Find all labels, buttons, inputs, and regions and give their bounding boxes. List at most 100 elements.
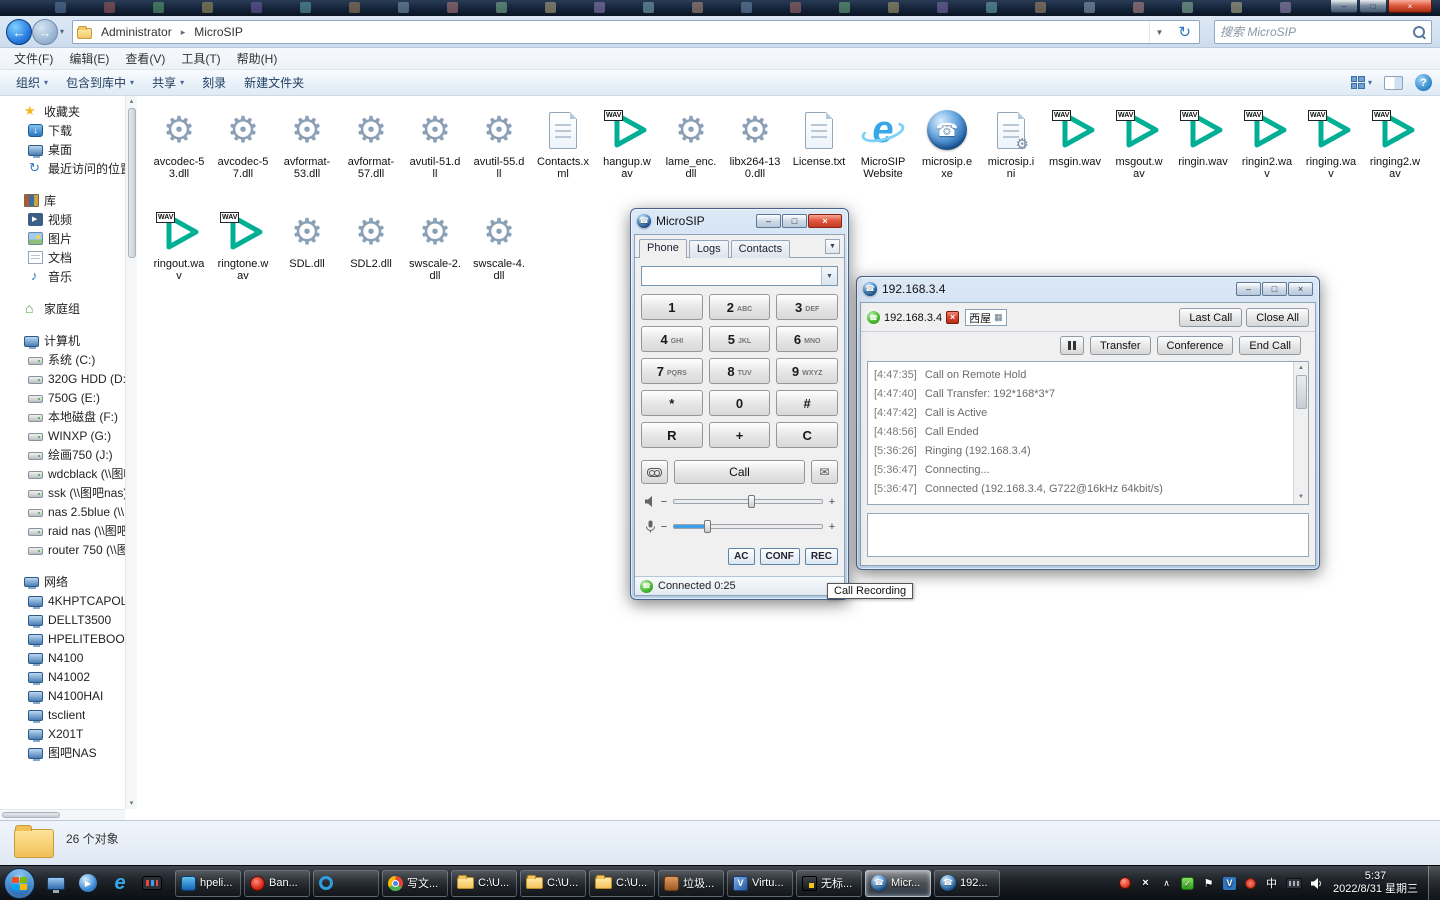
- taskbar-button[interactable]: hpeli...: [175, 869, 241, 897]
- close-button[interactable]: ×: [808, 214, 842, 228]
- sidebar-item[interactable]: N4100: [0, 648, 125, 667]
- tray-chevron-up-icon[interactable]: ∧: [1160, 875, 1173, 891]
- file-item[interactable]: WAV ringout.wa v: [147, 204, 211, 306]
- last-call-button[interactable]: Last Call: [1179, 308, 1243, 327]
- scroll-down-icon[interactable]: ▾: [130, 798, 134, 809]
- combo-dropdown-icon[interactable]: ▼: [821, 267, 837, 285]
- file-item[interactable]: ⚙ avutil-55.d ll: [467, 102, 531, 204]
- sidebar-item[interactable]: 4KHPTCAPOLLO: [0, 591, 125, 610]
- end-call-button[interactable]: End Call: [1239, 336, 1301, 355]
- dialpad-key-0[interactable]: 0: [708, 390, 771, 416]
- number-input[interactable]: ▼: [641, 266, 838, 286]
- address-box[interactable]: Administrator ▸ MicroSIP ▼ ↻: [72, 20, 1200, 44]
- sidebar-item[interactable]: 图吧NAS: [0, 743, 125, 762]
- tray-v-app-icon[interactable]: V: [1223, 875, 1236, 891]
- sidebar-item[interactable]: 视频: [0, 210, 125, 229]
- conference-button[interactable]: Conference: [1156, 336, 1234, 355]
- sidebar-item[interactable]: ssk (\\图吧nas): [0, 483, 125, 502]
- sidebar-item[interactable]: router 750 (\\图: [0, 540, 125, 559]
- breadcrumb-leaf[interactable]: MicroSIP: [190, 23, 247, 41]
- tray-shield-icon[interactable]: ✓: [1181, 875, 1194, 891]
- dialpad-key-6[interactable]: 6 MNO: [776, 326, 838, 352]
- file-item[interactable]: WAV msgout.w av: [1107, 102, 1171, 204]
- speaker-volume-up[interactable]: +: [828, 496, 836, 508]
- file-item[interactable]: ⚙ lame_enc. dll: [659, 102, 723, 204]
- sidebar-item[interactable]: 文档: [0, 248, 125, 267]
- sidebar-item[interactable]: HPELITEBOOK8: [0, 629, 125, 648]
- toolbar-item[interactable]: 共享 ▾: [144, 71, 192, 94]
- file-item[interactable]: WAV msgin.wav: [1043, 102, 1107, 204]
- taskbar-button[interactable]: 无标...: [796, 869, 862, 897]
- transfer-button[interactable]: Transfer: [1090, 336, 1151, 355]
- file-item[interactable]: WAV ringing2.w av: [1363, 102, 1427, 204]
- sidebar-item[interactable]: N4100HAI: [0, 686, 125, 705]
- taskbar-button[interactable]: 写文...: [382, 869, 448, 897]
- help-button[interactable]: ?: [1415, 74, 1432, 91]
- menu-dropdown-button[interactable]: ▼: [825, 239, 840, 254]
- scrollbar-thumb[interactable]: [1295, 375, 1307, 409]
- peer-box[interactable]: 西屋 ▦: [965, 309, 1007, 326]
- sidebar-item[interactable]: DELLT3500: [0, 610, 125, 629]
- refresh-icon[interactable]: ↻: [1174, 23, 1195, 41]
- sogou-input-quicklaunch-icon[interactable]: [137, 870, 167, 897]
- menu-item[interactable]: 工具(T): [173, 48, 228, 69]
- call-window-titlebar[interactable]: ☎ 192.168.3.4 – □ ×: [857, 277, 1319, 301]
- close-button[interactable]: ×: [1288, 282, 1313, 296]
- conf-button[interactable]: CONF: [759, 548, 800, 565]
- microsip-titlebar[interactable]: ☎ MicroSIP – □ ×: [631, 209, 848, 233]
- dialpad-key-7[interactable]: 7 PQRS: [641, 358, 703, 384]
- dialpad-key-plus[interactable]: +: [708, 422, 771, 448]
- sidebar-item[interactable]: nas 2.5blue (\\图: [0, 502, 125, 521]
- tray-zh-indicator-icon[interactable]: 中: [1265, 875, 1278, 891]
- speaker-volume-down[interactable]: −: [660, 496, 668, 508]
- file-item[interactable]: License.txt: [787, 102, 851, 204]
- sidebar-group-header[interactable]: 计算机: [0, 331, 125, 350]
- media-player-quicklaunch-icon[interactable]: ▶: [73, 870, 103, 897]
- search-icon[interactable]: [1412, 25, 1426, 39]
- file-item[interactable]: ⚙ swscale-4. dll: [467, 204, 531, 306]
- file-item[interactable]: ⚙ libx264-13 0.dll: [723, 102, 787, 204]
- call-button[interactable]: Call: [674, 460, 805, 484]
- mic-volume-up[interactable]: +: [828, 521, 836, 533]
- rec-button[interactable]: REC: [804, 548, 838, 565]
- sidebar-item[interactable]: WINXP (G:): [0, 426, 125, 445]
- file-item[interactable]: ⚙ microsip.i ni: [979, 102, 1043, 204]
- scrollbar-thumb[interactable]: [127, 108, 136, 258]
- file-item[interactable]: ⚙ avformat- 57.dll: [339, 102, 403, 204]
- history-dropdown-icon[interactable]: ▾: [60, 27, 64, 36]
- toolbar-item[interactable]: 新建文件夹: [236, 71, 312, 94]
- tray-flag-icon[interactable]: ⚑: [1202, 875, 1215, 891]
- tray-red-pin-icon[interactable]: [1244, 875, 1257, 891]
- toolbar-item[interactable]: 刻录: [194, 71, 234, 94]
- maximize-button[interactable]: □: [1262, 282, 1287, 296]
- sidebar-group-header[interactable]: 网络: [0, 572, 125, 591]
- sidebar-group-header[interactable]: 家庭组: [0, 299, 125, 318]
- speaker-slider[interactable]: [673, 495, 823, 508]
- sidebar-item[interactable]: 750G (E:): [0, 388, 125, 407]
- back-button[interactable]: ←: [6, 19, 32, 45]
- voicemail-button[interactable]: [641, 460, 668, 484]
- slider-thumb[interactable]: [703, 520, 711, 533]
- sidebar-item[interactable]: 桌面: [0, 140, 125, 159]
- taskbar-button[interactable]: C:\U...: [589, 869, 655, 897]
- sidebar-item[interactable]: 最近访问的位置: [0, 159, 125, 178]
- show-desktop-button[interactable]: [1428, 865, 1440, 900]
- file-item[interactable]: WAV ringtone.w av: [211, 204, 275, 306]
- minimize-button[interactable]: –: [1236, 282, 1261, 296]
- log-scrollbar[interactable]: ▲ ▼: [1293, 362, 1308, 504]
- tray-x-shape-icon[interactable]: ×: [1139, 875, 1152, 891]
- menu-item[interactable]: 文件(F): [6, 48, 61, 69]
- message-input[interactable]: [867, 513, 1309, 557]
- maximize-button[interactable]: □: [1359, 0, 1387, 13]
- call-log[interactable]: [4:47:35] Call on Remote Hold [4:47:40] Cal…: [867, 361, 1309, 505]
- dialpad-key-9[interactable]: 9 WXYZ: [776, 358, 838, 384]
- dialpad-key-1[interactable]: 1: [641, 294, 703, 320]
- change-view-button[interactable]: ▾: [1350, 76, 1372, 89]
- sidebar-horizontal-scrollbar[interactable]: [0, 809, 125, 820]
- sidebar-item[interactable]: 音乐: [0, 267, 125, 286]
- close-call-tab-button[interactable]: ×: [946, 311, 960, 324]
- mic-slider[interactable]: [673, 520, 823, 533]
- file-item[interactable]: ⚙ avformat- 53.dll: [275, 102, 339, 204]
- sidebar-item[interactable]: 图片: [0, 229, 125, 248]
- menu-item[interactable]: 编辑(E): [61, 48, 117, 69]
